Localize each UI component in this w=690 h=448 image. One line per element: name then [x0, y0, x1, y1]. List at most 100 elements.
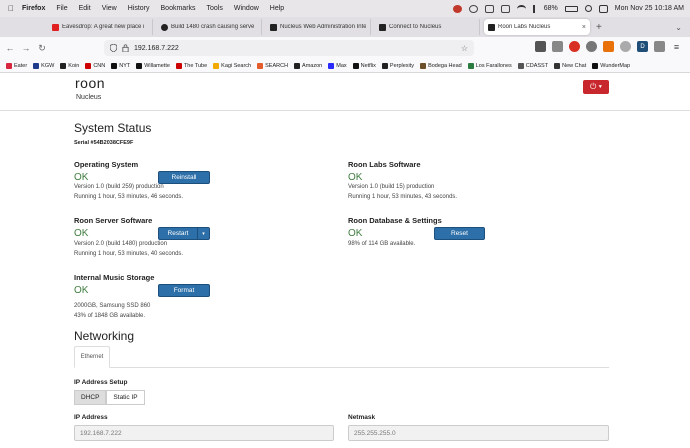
status-tools-icon[interactable]	[500, 4, 510, 13]
bookmark-item[interactable]: Perplexity	[381, 62, 415, 69]
search-icon[interactable]	[584, 5, 592, 12]
roon-labs-status: OK	[348, 172, 363, 183]
bookmark-label: Koin	[68, 62, 80, 69]
reinstall-button[interactable]: Reinstall	[158, 171, 210, 184]
menu-view[interactable]: View	[102, 5, 117, 12]
menu-window[interactable]: Window	[234, 5, 259, 12]
netmask-field[interactable]: 255.255.255.0	[348, 425, 609, 441]
bookmark-favicon-icon	[517, 62, 524, 69]
bookmark-item[interactable]: Netflix	[352, 62, 376, 69]
screenshot-icon[interactable]	[552, 41, 563, 52]
bookmark-item[interactable]: Koin	[60, 62, 80, 69]
clock[interactable]: Mon Nov 25 10:18 AM	[615, 5, 684, 12]
status-sync-icon[interactable]	[468, 4, 478, 13]
bookmark-item[interactable]: Willamette	[136, 62, 170, 69]
extension-d-icon[interactable]: D	[637, 41, 648, 52]
bookmark-label: Perplexity	[389, 62, 415, 69]
bookmark-label: WunderMap	[600, 62, 631, 69]
back-icon[interactable]: ←	[4, 43, 16, 53]
status-glyph-icon[interactable]	[484, 4, 494, 13]
restart-label: Restart	[167, 230, 189, 237]
extension-block-icon[interactable]	[620, 41, 631, 52]
serial-number: Serial #54B2038CFE9F	[74, 140, 134, 146]
forward-icon[interactable]: →	[20, 43, 32, 53]
bookmark-favicon-icon	[420, 62, 427, 69]
bookmark-favicon-icon	[257, 62, 264, 69]
reset-button[interactable]: Reset	[434, 227, 485, 240]
bookmark-favicon-icon	[175, 62, 182, 69]
power-button[interactable]: ⏻ ▾	[583, 80, 609, 94]
os-version: Version 1.0 (build 259) production	[74, 184, 164, 190]
browser-tab-active[interactable]: Roon Labs Nucleus ×	[484, 19, 590, 35]
bookmark-favicon-icon	[60, 62, 67, 69]
menu-edit[interactable]: Edit	[79, 5, 91, 12]
bookmark-item[interactable]: New Chat	[554, 62, 586, 69]
extension-red-icon[interactable]	[569, 41, 580, 52]
url-bar[interactable]: 192.168.7.222 ☆	[104, 40, 474, 56]
extensions-icon[interactable]	[654, 41, 665, 52]
static-ip-option[interactable]: Static IP	[106, 390, 145, 405]
menu-tools[interactable]: Tools	[207, 5, 223, 12]
menu-file[interactable]: File	[56, 5, 67, 12]
server-status: OK	[74, 228, 89, 239]
ip-address-field[interactable]: 192.168.7.222	[74, 425, 334, 441]
pocket-icon[interactable]	[535, 41, 546, 52]
menu-help[interactable]: Help	[270, 5, 284, 12]
bookmark-item[interactable]: WunderMap	[592, 62, 631, 69]
bookmark-label: Eater	[14, 62, 28, 69]
bookmark-item[interactable]: KGW	[33, 62, 54, 69]
bookmark-item[interactable]: SEARCH	[257, 62, 289, 69]
restart-dropdown-icon[interactable]: ▾	[197, 228, 209, 239]
roon-header: roon Nucleus ⏻ ▾	[0, 73, 690, 111]
browser-tab[interactable]: Connect to Nucleus	[375, 19, 480, 35]
extension-shield-icon[interactable]	[586, 41, 597, 52]
bookmark-star-icon[interactable]: ☆	[461, 44, 468, 53]
bookmark-item[interactable]: Los Farallones	[467, 62, 512, 69]
bookmark-item[interactable]: Bodega Head	[420, 62, 462, 69]
bookmark-item[interactable]: Max	[328, 62, 347, 69]
browser-tab[interactable]: Nucleus Web Administration Inte	[266, 19, 371, 35]
status-app-icon[interactable]	[452, 4, 462, 13]
server-uptime: Running 1 hour, 53 minutes, 40 seconds.	[74, 251, 184, 257]
lock-icon[interactable]	[122, 44, 129, 52]
wifi-icon[interactable]	[516, 4, 526, 13]
tab-ethernet[interactable]: Ethernet	[74, 346, 110, 368]
bookmark-item[interactable]: NYT	[111, 62, 130, 69]
bookmark-item[interactable]: Eater	[6, 62, 28, 69]
menu-history[interactable]: History	[128, 5, 150, 12]
control-center-icon[interactable]	[598, 4, 608, 13]
server-version: Version 2.0 (build 1480) production	[74, 241, 168, 247]
dhcp-option[interactable]: DHCP	[74, 390, 107, 405]
menu-app-name[interactable]: Firefox	[22, 5, 45, 12]
bookmark-item[interactable]: Kagi Search	[213, 62, 251, 69]
menu-bookmarks[interactable]: Bookmarks	[161, 5, 196, 12]
browser-tab[interactable]: Build 1480 crash causing serve	[157, 19, 262, 35]
apple-icon[interactable]: 	[0, 4, 22, 13]
bookmark-label: Bodega Head	[428, 62, 462, 69]
bookmark-item[interactable]: Amazon	[294, 62, 322, 69]
bookmark-favicon-icon	[328, 62, 335, 69]
bookmark-item[interactable]: CNN	[85, 62, 105, 69]
bluetooth-icon[interactable]	[532, 4, 537, 13]
close-tab-icon[interactable]: ×	[582, 24, 586, 31]
bookmark-item[interactable]: The Tube	[175, 62, 207, 69]
restart-button[interactable]: Restart ▾	[158, 227, 210, 240]
battery-icon[interactable]	[564, 5, 578, 12]
tab-label: Build 1480 crash causing serve	[171, 24, 255, 30]
menu-icon[interactable]: ≡	[671, 41, 682, 52]
netmask-label: Netmask	[348, 414, 376, 421]
format-button[interactable]: Format	[158, 284, 210, 297]
server-title: Roon Server Software	[74, 216, 153, 225]
networking-title: Networking	[74, 329, 135, 343]
new-tab-icon[interactable]: +	[596, 22, 602, 33]
bookmark-favicon-icon	[111, 62, 118, 69]
bookmark-label: SEARCH	[265, 62, 289, 69]
shield-icon[interactable]	[110, 44, 117, 52]
bookmark-favicon-icon	[381, 62, 388, 69]
browser-tab[interactable]: Eavesdrop: A great new place i	[48, 19, 153, 35]
extension-orange-icon[interactable]	[603, 41, 614, 52]
reload-icon[interactable]: ↻	[36, 43, 48, 54]
tab-label: Connect to Nucleus	[389, 24, 442, 30]
bookmark-item[interactable]: CDASST	[517, 62, 548, 69]
list-tabs-icon[interactable]: ⌄	[675, 23, 682, 32]
